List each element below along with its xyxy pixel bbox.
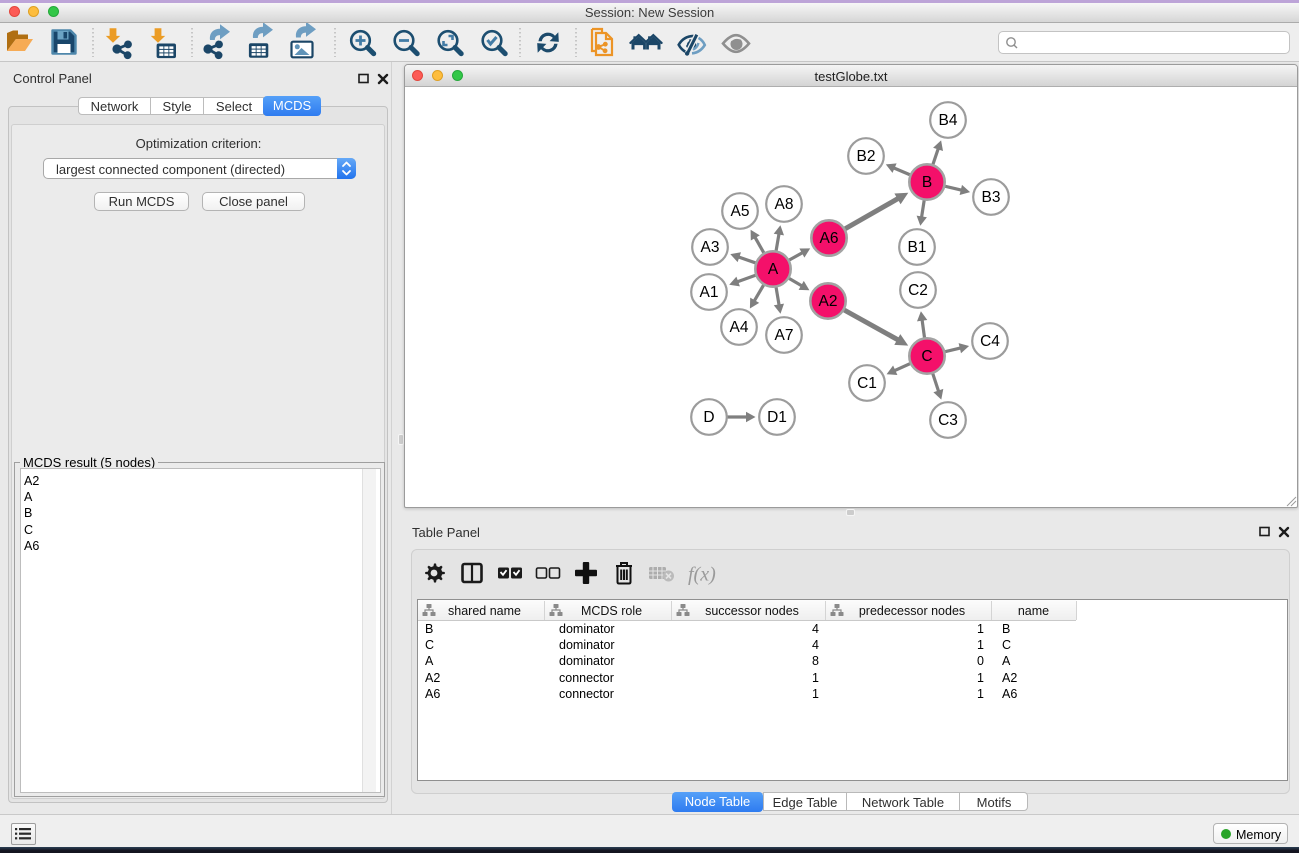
svg-text:D: D <box>703 409 714 426</box>
svg-text:B1: B1 <box>908 239 927 256</box>
svg-text:A6: A6 <box>820 230 839 247</box>
svg-text:f(x): f(x) <box>688 564 716 586</box>
svg-text:B: B <box>922 174 932 191</box>
svg-text:D1: D1 <box>767 409 787 426</box>
svg-text:C4: C4 <box>980 333 1000 350</box>
svg-text:A2: A2 <box>819 293 838 310</box>
svg-text:A7: A7 <box>775 327 794 344</box>
svg-text:B4: B4 <box>939 112 958 129</box>
svg-text:B3: B3 <box>982 189 1001 206</box>
svg-text:A5: A5 <box>731 203 750 220</box>
svg-text:A1: A1 <box>700 284 719 301</box>
svg-text:C1: C1 <box>857 375 877 392</box>
svg-text:A3: A3 <box>701 239 720 256</box>
svg-text:C2: C2 <box>908 282 928 299</box>
svg-text:A: A <box>768 261 779 278</box>
svg-text:C: C <box>921 348 932 365</box>
svg-text:A4: A4 <box>730 319 749 336</box>
svg-text:C3: C3 <box>938 412 958 429</box>
svg-text:B2: B2 <box>857 148 876 165</box>
svg-text:A8: A8 <box>775 196 794 213</box>
